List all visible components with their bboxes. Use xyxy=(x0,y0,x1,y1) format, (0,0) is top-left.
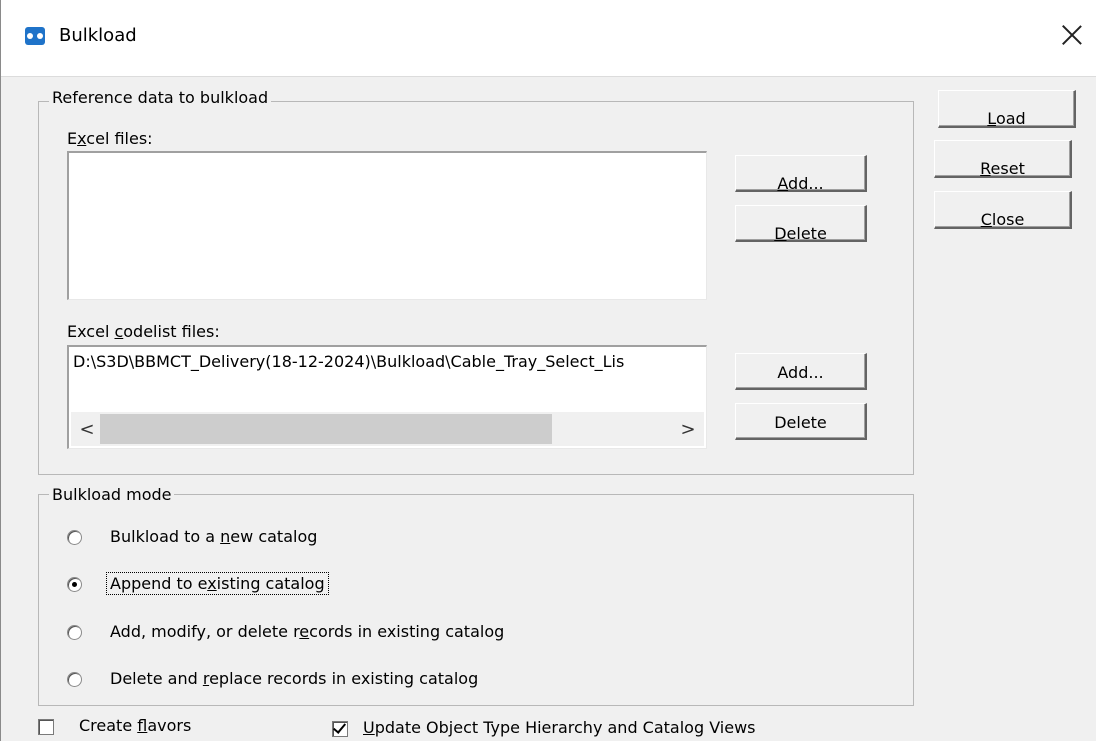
codelist-add-button[interactable]: Add... xyxy=(735,353,867,390)
scrollbar-thumb[interactable] xyxy=(100,414,552,444)
scroll-left-icon[interactable]: < xyxy=(77,419,97,440)
window-title: Bulkload xyxy=(59,25,137,46)
reference-data-group-label: Reference data to bulkload xyxy=(49,88,272,107)
codelist-files-label: Excel codelist files: xyxy=(67,322,220,341)
excel-files-listbox[interactable] xyxy=(67,151,707,300)
update-hierarchy-label[interactable]: Update Object Type Hierarchy and Catalog… xyxy=(363,718,756,737)
update-hierarchy-checkbox[interactable] xyxy=(332,721,348,737)
radio-button[interactable] xyxy=(67,530,82,545)
title-bar: Bulkload xyxy=(1,0,1096,77)
load-button[interactable]: Load xyxy=(938,90,1076,128)
codelist-files-listbox[interactable]: D:\S3D\BBMCT_Delivery(18-12-2024)\Bulklo… xyxy=(67,345,707,449)
radio-button[interactable] xyxy=(67,625,82,640)
bulkload-mode-group-label: Bulkload mode xyxy=(49,485,175,504)
bulkload-app-icon xyxy=(25,27,45,45)
codelist-delete-button[interactable]: Delete xyxy=(735,403,867,440)
reset-button[interactable]: Reset xyxy=(934,140,1072,178)
create-flavors-checkbox[interactable] xyxy=(38,719,54,735)
create-flavors-label[interactable]: Create flavors xyxy=(79,716,191,735)
bulkload-dialog: Bulkload Reference data to bulkload Exce… xyxy=(0,0,1096,741)
excel-files-label: Excel files: xyxy=(67,129,153,148)
close-button[interactable]: Close xyxy=(934,191,1072,229)
excel-delete-button[interactable]: Delete xyxy=(735,205,867,243)
excel-add-button[interactable]: Add... xyxy=(735,155,867,193)
codelist-file-item[interactable]: D:\S3D\BBMCT_Delivery(18-12-2024)\Bulklo… xyxy=(73,352,701,371)
radio-button[interactable] xyxy=(67,672,82,687)
scroll-right-icon[interactable]: > xyxy=(678,419,698,440)
horizontal-scrollbar[interactable]: < > xyxy=(71,412,704,446)
close-icon[interactable] xyxy=(1059,22,1085,48)
radio-button-selected[interactable] xyxy=(67,577,82,592)
